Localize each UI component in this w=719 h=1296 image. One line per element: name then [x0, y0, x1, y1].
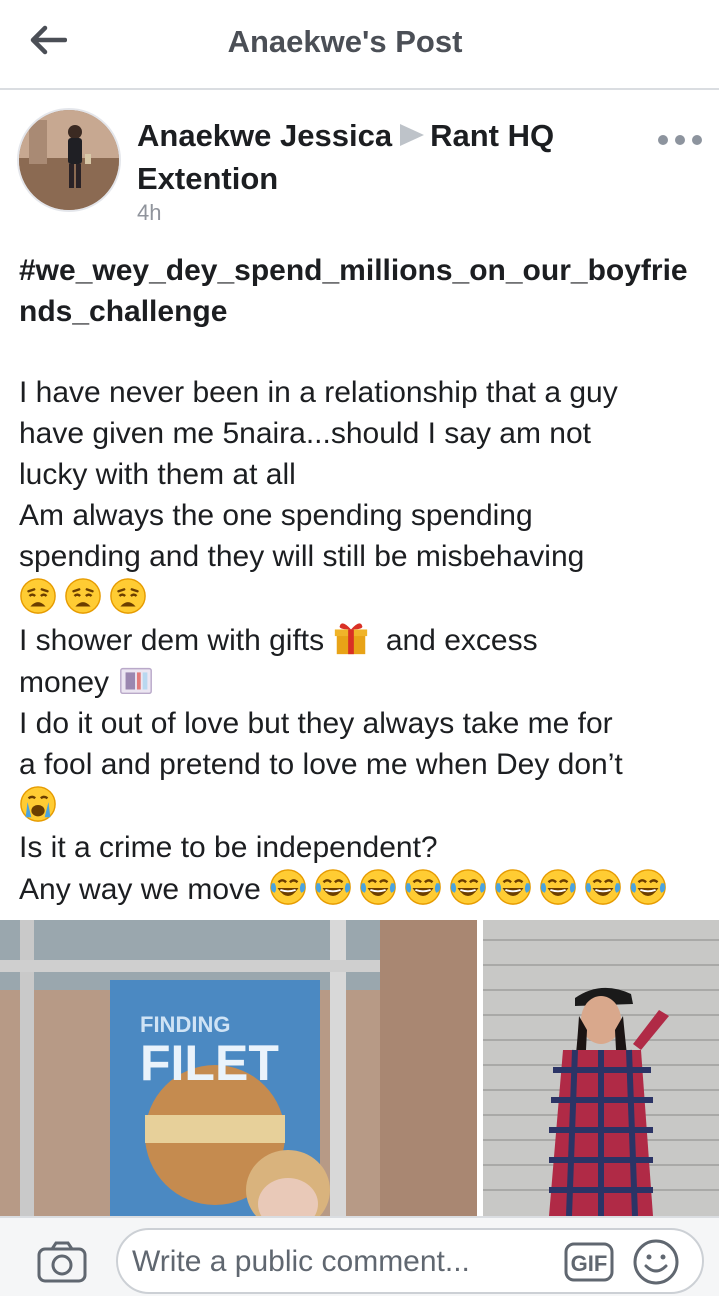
text-line: a fool and pretend to love me when Dey d…	[19, 748, 623, 781]
emoji-line	[19, 785, 709, 827]
tears-of-joy-icon	[315, 869, 351, 905]
top-bar: Anaekwe's Post	[0, 0, 719, 90]
weary-face-icon	[65, 578, 101, 614]
text-line: Is it a crime to be independent?	[19, 831, 438, 864]
more-options-button[interactable]	[654, 126, 706, 154]
comment-bar: GIF	[0, 1216, 719, 1296]
triangle-right-icon	[400, 123, 425, 146]
smiley-icon	[633, 1239, 679, 1285]
photo-woman-plaid-shirt[interactable]	[483, 920, 719, 1216]
text-line: Am always the one spending spending	[19, 499, 533, 532]
gif-label: GIF	[571, 1251, 608, 1276]
tears-of-joy-icon	[540, 869, 576, 905]
post-header: Anaekwe Jessica Rant HQ Extention 4h	[0, 92, 719, 232]
tears-of-joy-icon	[630, 869, 666, 905]
author-name[interactable]: Anaekwe Jessica	[137, 118, 392, 153]
tears-of-joy-icon	[450, 869, 486, 905]
tears-of-joy-icon	[495, 869, 531, 905]
laughing-emoji-row	[269, 869, 674, 906]
tears-of-joy-icon	[585, 869, 621, 905]
post-body: #we_wey_dey_spend_millions_on_our_boyfri…	[19, 250, 709, 910]
more-horizontal-icon	[658, 135, 668, 145]
svg-text:FILET: FILET	[140, 1035, 279, 1091]
tears-of-joy-icon	[360, 869, 396, 905]
post-author-line: Anaekwe Jessica Rant HQ Extention	[137, 114, 637, 200]
tears-of-joy-icon	[405, 869, 441, 905]
gif-button[interactable]: GIF	[564, 1242, 614, 1282]
photo-woman-braids[interactable]: FINDING FILET	[0, 920, 477, 1216]
post-text: I have never been in a relationship that…	[19, 372, 709, 910]
page-title: Anaekwe's Post	[227, 24, 463, 59]
post-photos: FINDING FILET	[0, 920, 719, 1216]
text-line: I do it out of love but they always take…	[19, 707, 613, 740]
camera-button[interactable]	[36, 1240, 88, 1284]
weary-face-icon	[110, 578, 146, 614]
text-line: I shower dem with gifts and excess	[19, 619, 709, 661]
emoji-line	[19, 577, 709, 619]
weary-face-icon	[20, 578, 56, 614]
svg-text:FINDING: FINDING	[140, 1012, 230, 1037]
comment-input-box[interactable]: GIF	[116, 1228, 704, 1294]
avatar[interactable]	[17, 108, 121, 212]
text-line: spending and they will still be misbehav…	[19, 540, 585, 573]
post-timestamp[interactable]: 4h	[137, 200, 161, 226]
money-with-wings-icon	[120, 667, 153, 695]
comment-input[interactable]	[132, 1240, 552, 1284]
crying-face-icon	[20, 786, 56, 822]
text-line: lucky with them at all	[19, 458, 296, 491]
text-line: money	[19, 661, 709, 703]
text-line: have given me 5naira...should I say am n…	[19, 417, 591, 450]
gift-icon	[335, 623, 368, 655]
tears-of-joy-icon	[270, 869, 306, 905]
text-line: Any way we move	[19, 868, 709, 910]
post-hashtag[interactable]: #we_wey_dey_spend_millions_on_our_boyfri…	[19, 250, 699, 332]
text-line: I have never been in a relationship that…	[19, 376, 618, 409]
emoji-button[interactable]	[632, 1238, 680, 1286]
camera-icon	[37, 1241, 87, 1283]
